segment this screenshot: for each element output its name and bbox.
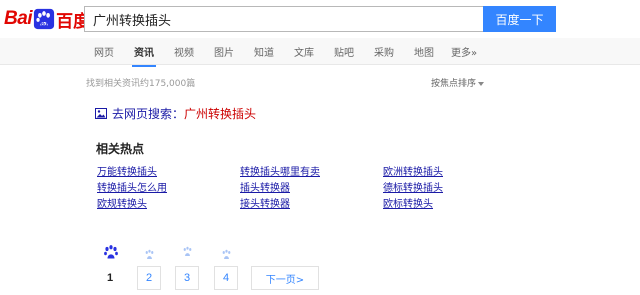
related-title: 相关热点 <box>96 142 145 156</box>
tab-wenku[interactable]: 文库 <box>294 44 314 59</box>
tab-caigou[interactable]: 采购 <box>374 44 394 59</box>
web-search-link[interactable]: 去网页搜索： 广州转换插头 <box>95 105 256 122</box>
related-link[interactable]: 欧规转换头 <box>97 195 147 210</box>
paw-icon <box>222 249 231 259</box>
search-input[interactable] <box>85 7 483 31</box>
paw-icon <box>104 245 118 259</box>
paw-logo-icon: du <box>33 8 55 30</box>
tab-zhidao[interactable]: 知道 <box>254 44 274 59</box>
search-tabs: 网页 资讯 视频 图片 知道 文库 贴吧 采购 地图 更多» <box>0 38 640 67</box>
search-box[interactable] <box>84 6 483 32</box>
related-link[interactable]: 欧标转换头 <box>383 195 433 210</box>
tab-tieba[interactable]: 贴吧 <box>334 44 354 59</box>
related-link[interactable]: 转换插头哪里有卖 <box>240 163 320 178</box>
sort-dropdown[interactable]: 按焦点排序 <box>431 76 485 89</box>
related-link[interactable]: 接头转换器 <box>240 195 290 210</box>
page-button-3[interactable]: 3 <box>175 266 199 290</box>
svg-text:du: du <box>41 21 48 27</box>
tab-map[interactable]: 地图 <box>414 44 434 59</box>
web-search-prefix: 去网页搜索： <box>112 107 185 121</box>
tab-images[interactable]: 图片 <box>214 44 234 59</box>
next-page-button[interactable]: 下一页> <box>251 266 319 290</box>
tab-more[interactable]: 更多» <box>451 44 477 59</box>
related-link[interactable]: 欧洲转换插头 <box>383 163 443 178</box>
tab-web[interactable]: 网页 <box>94 44 114 59</box>
caret-down-icon <box>478 81 485 86</box>
related-link[interactable]: 万能转换插头 <box>97 163 157 178</box>
result-count: 找到相关资讯约175,000篇 <box>86 79 196 89</box>
paw-icon <box>145 249 154 259</box>
page-button-4[interactable]: 4 <box>214 266 238 290</box>
page-current: 1 <box>98 266 122 290</box>
web-search-query: 广州转换插头 <box>184 107 257 121</box>
logo-latin: Bai <box>4 8 33 29</box>
related-link[interactable]: 插头转换器 <box>240 179 290 194</box>
baidu-logo[interactable]: Bai du 百度 <box>4 6 90 32</box>
tab-video[interactable]: 视频 <box>174 44 194 59</box>
paw-icon <box>183 246 192 256</box>
related-link[interactable]: 转换插头怎么用 <box>97 179 167 194</box>
page-button-2[interactable]: 2 <box>137 266 161 290</box>
tab-news[interactable]: 资讯 <box>132 44 156 67</box>
search-button[interactable]: 百度一下 <box>483 6 556 32</box>
related-link[interactable]: 德标转换插头 <box>383 179 443 194</box>
sort-label: 按焦点排序 <box>431 79 477 89</box>
header: Bai du 百度 百度一下 <box>0 0 640 40</box>
image-icon <box>95 108 107 119</box>
